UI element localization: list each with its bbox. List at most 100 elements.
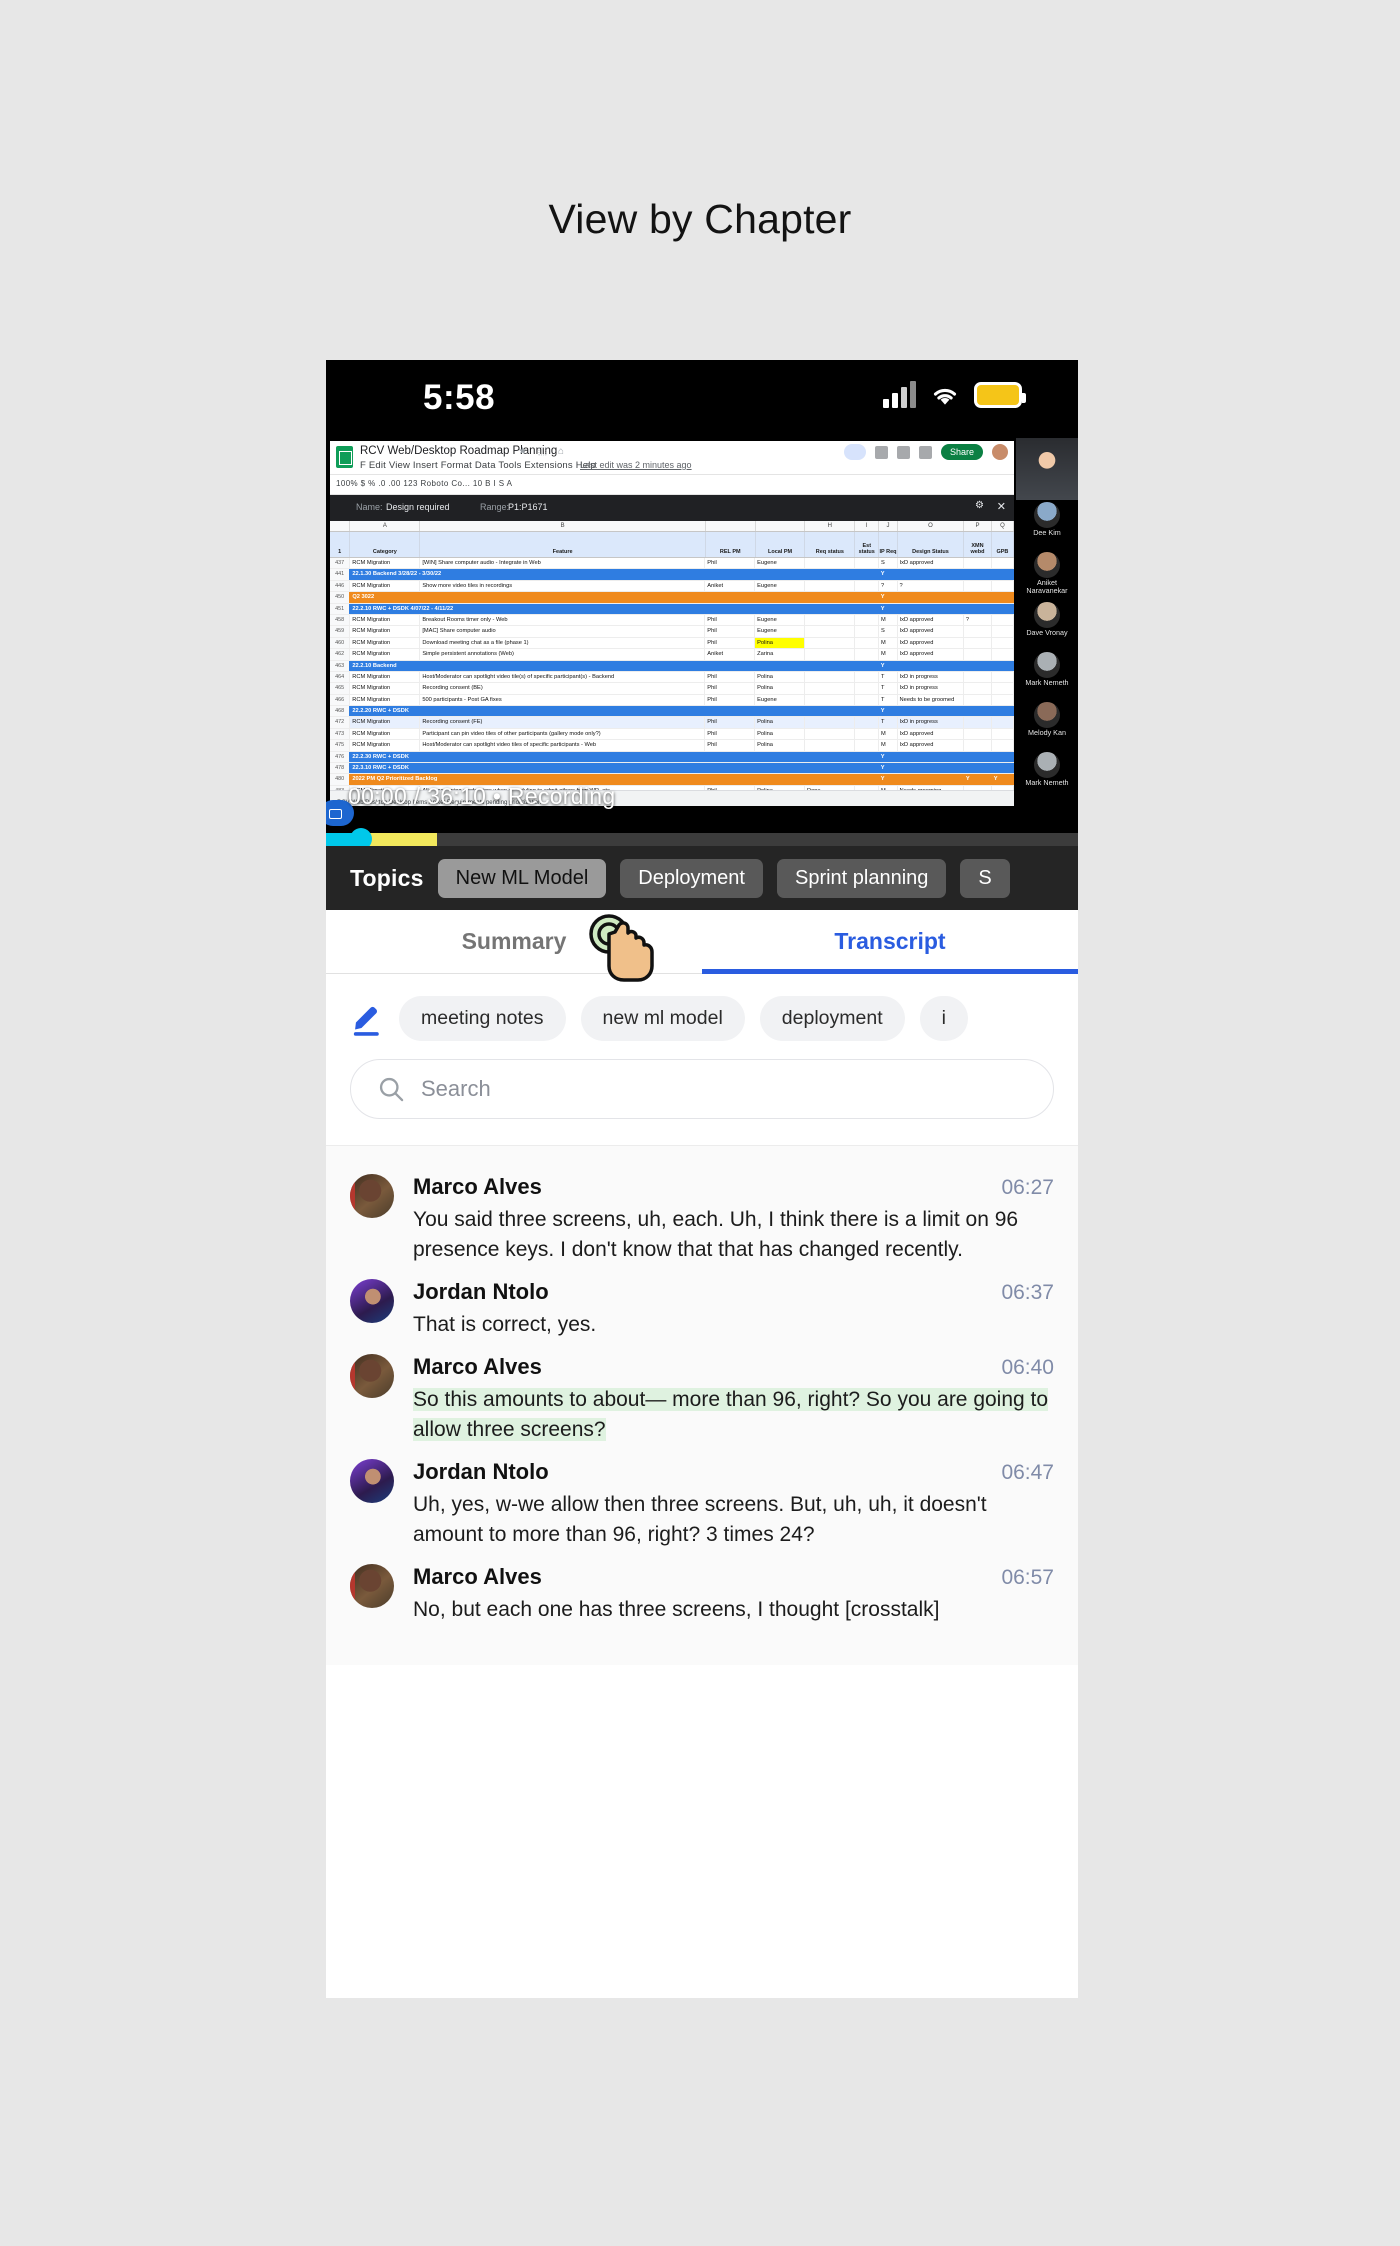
keyword-chips[interactable]: meeting notes new ml model deployment i (399, 996, 968, 1041)
keyword-chip-row[interactable]: meeting notes new ml model deployment i (326, 974, 1078, 1059)
spreadsheet-cell[interactable] (964, 580, 992, 592)
spreadsheet-cell[interactable]: T (879, 694, 898, 706)
spreadsheet-cell[interactable]: [WIN] Share computer audio - Integrate i… (420, 558, 706, 569)
spreadsheet-row[interactable]: 450 Q2 3022 Y (330, 592, 1014, 604)
spreadsheet-cell[interactable] (805, 728, 855, 740)
transcript-timestamp[interactable]: 06:57 (1001, 1566, 1054, 1590)
spreadsheet-cell[interactable] (897, 751, 964, 763)
spreadsheet-cell[interactable] (805, 637, 855, 649)
spreadsheet-cell[interactable]: 22.2.10 Backend (350, 660, 855, 671)
spreadsheet-row[interactable]: 464 RCM Migration Host/Moderator can spotl… (330, 671, 1014, 684)
spreadsheet-cell[interactable] (992, 649, 1014, 660)
topic-chip[interactable]: Deployment (620, 858, 763, 898)
spreadsheet-row[interactable]: 446 RCM Migration Show more video tiles in… (330, 580, 1014, 593)
spreadsheet-grid[interactable]: ABHIJOPQ 1 Category Feature REL PM Local PM R… (330, 521, 1014, 806)
spreadsheet-cell[interactable]: RCM Migration (350, 580, 421, 592)
spreadsheet-cell[interactable]: S (879, 558, 898, 569)
spreadsheet-cell[interactable] (855, 592, 879, 603)
spreadsheet-cell[interactable] (897, 569, 964, 580)
keyword-chip[interactable]: i (919, 996, 968, 1041)
spreadsheet-row[interactable]: 463 22.2.10 Backend Y (330, 660, 1014, 672)
spreadsheet-cell[interactable]: Phil (705, 717, 756, 728)
spreadsheet-cell[interactable] (964, 683, 992, 694)
spreadsheet-cell[interactable]: M (879, 614, 898, 626)
spreadsheet-cell[interactable] (992, 706, 1014, 717)
spreadsheet-cell[interactable] (992, 671, 1014, 683)
spreadsheet-cell[interactable]: RCM Migration (350, 683, 421, 694)
spreadsheet-cell[interactable] (855, 569, 879, 580)
spreadsheet-cell[interactable] (964, 671, 992, 683)
spreadsheet-cell[interactable] (964, 694, 992, 706)
spreadsheet-cell[interactable] (992, 580, 1014, 592)
spreadsheet-cell[interactable]: Polina (755, 637, 805, 649)
spreadsheet-cell[interactable]: Download meeting chat as a file (phase 1… (420, 637, 706, 649)
tab-summary[interactable]: Summary (326, 910, 702, 973)
spreadsheet-row[interactable]: 437 RCM Migration [WIN] Share computer aud… (330, 558, 1014, 570)
spreadsheet-row[interactable]: 472 RCM Migration Recording consent (FE) Ph… (330, 717, 1014, 729)
spreadsheet-cell[interactable] (992, 626, 1014, 637)
spreadsheet-cell[interactable]: Y (992, 774, 1014, 785)
transcript-timestamp[interactable]: 06:27 (1001, 1176, 1054, 1200)
spreadsheet-cell[interactable] (897, 603, 964, 614)
comment-icon[interactable] (896, 445, 910, 459)
transcript-timestamp[interactable]: 06:47 (1001, 1461, 1054, 1485)
spreadsheet-cell[interactable] (992, 683, 1014, 694)
transcript-entry[interactable]: Marco Alves 06:40 So this amounts to about… (326, 1340, 1078, 1445)
spreadsheet-cell[interactable] (964, 706, 992, 717)
spreadsheet-cell[interactable]: Y (964, 774, 992, 785)
spreadsheet-cell[interactable] (855, 637, 879, 649)
spreadsheet-cell[interactable] (897, 706, 964, 717)
keyword-chip[interactable]: deployment (759, 996, 905, 1041)
participant-tile[interactable]: Melody Kan (1016, 702, 1078, 750)
spreadsheet-cell[interactable]: IxD approved (898, 637, 964, 649)
spreadsheet-cell[interactable] (964, 649, 992, 660)
spreadsheet-cell[interactable] (897, 774, 964, 785)
spreadsheet-cell[interactable]: Phil (705, 683, 756, 694)
spreadsheet-cell[interactable]: Y (879, 569, 898, 580)
spreadsheet-cell[interactable]: IxD in progress (898, 671, 964, 683)
participant-tile[interactable]: Mark Nemeth (1016, 652, 1078, 700)
spreadsheet-row[interactable]: 451 22.2.10 RWC + DSDK 4/07/22 - 4/11/22 Y (330, 603, 1014, 615)
spreadsheet-cell[interactable]: Eugene (755, 558, 805, 569)
spreadsheet-cell[interactable] (964, 569, 992, 580)
spreadsheet-cell[interactable] (805, 671, 855, 683)
spreadsheet-cell[interactable] (964, 740, 992, 751)
video-player[interactable]: RCV Web/Desktop Roadmap Planning ★ ⬚ ⌂ F… (326, 438, 1078, 846)
spreadsheet-cell[interactable]: M (879, 637, 898, 649)
spreadsheet-row[interactable]: 441 22.1.30 Backend 3/28/22 - 3/30/22 Y (330, 569, 1014, 581)
spreadsheet-cell[interactable] (855, 717, 879, 728)
sheets-toolbar[interactable]: 100% $ % .0 .00 123 Roboto Co... 10 B I … (330, 475, 1014, 495)
column-header[interactable] (706, 521, 756, 531)
spreadsheet-cell[interactable] (964, 728, 992, 740)
spreadsheet-cell[interactable]: 22.2.30 RWC + DSDK (350, 751, 855, 763)
spreadsheet-cell[interactable] (992, 603, 1014, 614)
spreadsheet-cell[interactable] (855, 558, 879, 569)
spreadsheet-cell[interactable] (805, 694, 855, 706)
spreadsheet-cell[interactable]: Y (879, 660, 898, 671)
spreadsheet-cell[interactable]: Aniket (705, 649, 756, 660)
participant-tile[interactable]: Mark Nemeth (1016, 752, 1078, 800)
spreadsheet-cell[interactable]: T (879, 717, 898, 728)
spreadsheet-cell[interactable] (992, 558, 1014, 569)
spreadsheet-cell[interactable]: Eugene (755, 580, 805, 592)
spreadsheet-cell[interactable]: Phil (705, 626, 756, 637)
spreadsheet-cell[interactable] (964, 626, 992, 637)
pencil-icon[interactable] (350, 1001, 384, 1037)
spreadsheet-cell[interactable]: T (879, 683, 898, 694)
transcript-timestamp[interactable]: 06:37 (1001, 1281, 1054, 1305)
topic-chip-list[interactable]: New ML Model Deployment Sprint planning S (437, 858, 1010, 898)
spreadsheet-cell[interactable]: Polina (755, 717, 805, 728)
spreadsheet-cell[interactable] (964, 637, 992, 649)
spreadsheet-cell[interactable]: Polina (755, 683, 805, 694)
spreadsheet-cell[interactable]: Phil (705, 671, 756, 683)
spreadsheet-cell[interactable] (855, 614, 879, 626)
spreadsheet-cell[interactable] (855, 728, 879, 740)
sheets-menubar[interactable]: F Edit View Insert Format Data Tools Ext… (360, 460, 596, 471)
column-header[interactable]: O (898, 521, 965, 531)
spreadsheet-cell[interactable]: IxD approved (898, 614, 964, 626)
spreadsheet-cell[interactable]: Phil (705, 740, 756, 751)
spreadsheet-cell[interactable] (855, 683, 879, 694)
spreadsheet-cell[interactable] (964, 603, 992, 614)
search-input[interactable]: Search (350, 1059, 1054, 1119)
spreadsheet-cell[interactable]: Aniket (705, 580, 756, 592)
